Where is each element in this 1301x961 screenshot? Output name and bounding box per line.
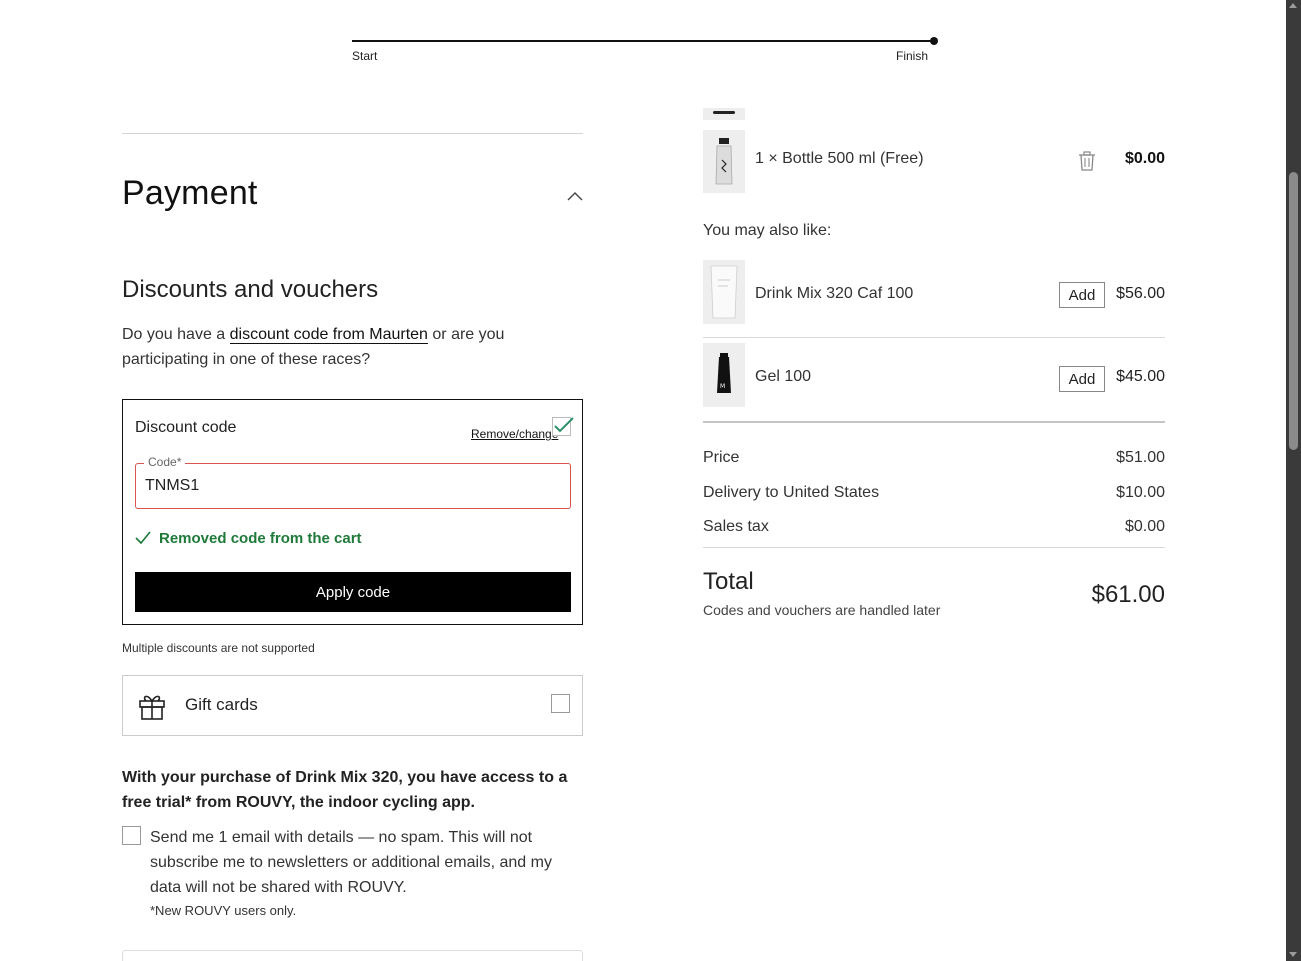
- remove-change-link[interactable]: Remove/change: [471, 427, 558, 441]
- scroll-up-arrow[interactable]: [1289, 3, 1297, 8]
- intro-text-before: Do you have a: [122, 326, 230, 343]
- suggestion-price: $56.00: [1116, 285, 1165, 302]
- tax-value: $0.00: [1124, 518, 1165, 535]
- suggestion-name[interactable]: Drink Mix 320 Caf 100: [755, 285, 913, 303]
- suggestion-divider: [703, 337, 1165, 338]
- checkmark-icon: [554, 417, 574, 433]
- trash-icon[interactable]: [1078, 151, 1096, 171]
- total-note: Codes and vouchers are handled later: [703, 602, 941, 618]
- payment-title: Payment: [122, 174, 258, 212]
- add-gel-button[interactable]: Add: [1059, 366, 1105, 392]
- code-status-message: Removed code from the cart: [135, 530, 362, 547]
- progress-start-label: Start: [352, 49, 378, 63]
- price-label: Price: [703, 449, 740, 466]
- add-drink-mix-button[interactable]: Add: [1059, 282, 1105, 308]
- discounts-heading: Discounts and vouchers: [122, 276, 379, 303]
- drink-mix-thumbnail[interactable]: [703, 260, 745, 324]
- drink-mix-image-icon: [710, 265, 738, 319]
- gift-cards-option[interactable]: Gift cards: [122, 675, 583, 736]
- gift-cards-checkbox[interactable]: [551, 694, 570, 713]
- discounts-intro: Do you have a discount code from Maurten…: [122, 322, 522, 372]
- delivery-label: Delivery to United States: [703, 484, 880, 501]
- cart-item-price: $0.00: [1124, 150, 1165, 167]
- check-icon: [135, 531, 151, 545]
- summary-divider: [703, 547, 1165, 548]
- gift-cards-label: Gift cards: [185, 695, 258, 714]
- product-thumbnail: [703, 108, 745, 120]
- tax-label: Sales tax: [703, 518, 769, 535]
- discount-code-field[interactable]: Code*: [135, 455, 571, 509]
- total-label: Total: [703, 568, 754, 595]
- cart-item-name: 1 × Bottle 500 ml (Free): [755, 150, 924, 167]
- multiple-discounts-note: Multiple discounts are not supported: [122, 641, 315, 655]
- progress-track: [352, 40, 936, 42]
- rouvy-optin-note: *New ROUVY users only.: [150, 903, 297, 918]
- price-value: $51.00: [1116, 449, 1165, 466]
- discount-code-checkbox[interactable]: [552, 417, 574, 436]
- maurten-discount-link[interactable]: discount code from Maurten: [229, 326, 428, 344]
- progress-finish-label: Finish: [895, 49, 928, 63]
- checkout-progress: Start Finish: [352, 37, 938, 70]
- total-value: $61.00: [1091, 581, 1165, 608]
- progress-marker: [930, 37, 938, 45]
- apply-code-button[interactable]: Apply code: [135, 572, 571, 612]
- rouvy-promo-text: With your purchase of Drink Mix 320, you…: [122, 769, 568, 811]
- code-input[interactable]: [145, 474, 545, 498]
- gift-icon: [139, 695, 165, 720]
- cart-divider: [703, 421, 1165, 423]
- bottle-image-icon: [715, 138, 733, 185]
- status-text: Removed code from the cart: [159, 530, 362, 547]
- discount-code-title: Discount code: [135, 419, 237, 436]
- gel-thumbnail[interactable]: M: [703, 343, 745, 407]
- discount-code-panel: Discount code Remove/change Code* Remove…: [122, 399, 583, 625]
- rouvy-optin-checkbox[interactable]: [122, 826, 141, 845]
- delivery-value: $10.00: [1116, 484, 1165, 501]
- scrollbar-thumb[interactable]: [1289, 172, 1298, 450]
- section-divider: [122, 133, 583, 134]
- scroll-down-arrow[interactable]: [1289, 952, 1297, 957]
- chevron-up-icon[interactable]: [567, 190, 583, 202]
- rouvy-optin-text: Send me 1 email with details — no spam. …: [150, 829, 552, 896]
- suggestion-name[interactable]: Gel 100: [755, 368, 811, 386]
- also-like-label: You may also like:: [703, 222, 832, 239]
- next-section-box: [122, 950, 583, 961]
- svg-text:M: M: [720, 383, 725, 390]
- gel-image-icon: M: [717, 353, 731, 393]
- page-scrollbar[interactable]: [1286, 0, 1301, 961]
- bottle-thumbnail: [703, 130, 745, 193]
- code-field-label: Code*: [144, 455, 186, 469]
- suggestion-price: $45.00: [1116, 368, 1165, 385]
